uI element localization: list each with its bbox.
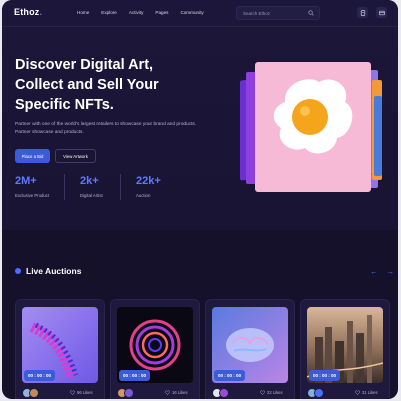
auction-timer: 00 : 00 : 00 [24, 370, 56, 381]
avatar[interactable] [314, 388, 324, 398]
avatar-group [307, 388, 324, 398]
live-dot-icon [15, 268, 21, 274]
art-card-shadow [374, 96, 382, 176]
auction-card[interactable]: 00 : 00 : 00 22 Likes [205, 299, 295, 399]
stat-digital-artist: 2k+ Digital Artist [80, 175, 103, 198]
search-input[interactable]: Search Ethoz [236, 6, 320, 20]
arrow-left-icon[interactable]: ← [370, 267, 378, 276]
heart-icon [260, 390, 265, 395]
navbar: Ethoz. Home Explore Activity Pages Commu… [2, 0, 398, 27]
stat-label: Exclusive Product [15, 193, 50, 198]
nav-link-pages[interactable]: Pages [155, 10, 168, 15]
avatar[interactable] [29, 388, 39, 398]
nav-link-explore[interactable]: Explore [101, 10, 117, 15]
avatar[interactable] [219, 388, 229, 398]
heart-icon [165, 390, 170, 395]
stat-auction: 22k+ Auction [136, 175, 161, 198]
stat-divider [120, 174, 121, 200]
auction-card[interactable]: 00 : 00 : 00 96 Likes [15, 299, 105, 399]
search-icon [308, 10, 314, 16]
heart-icon [70, 390, 75, 395]
page-frame: Ethoz. Home Explore Activity Pages Commu… [0, 0, 401, 401]
avatar-group [212, 388, 229, 398]
view-artwork-button[interactable]: View Artwork [55, 149, 96, 163]
stat-exclusive-product: 2M+ Exclusive Product [15, 175, 49, 198]
stat-divider [64, 174, 65, 200]
fried-egg-art [273, 79, 353, 154]
stat-value: 2k+ [80, 175, 99, 187]
brand-logo[interactable]: Ethoz. [14, 7, 42, 17]
stat-label: Digital Artist [80, 193, 103, 198]
avatar[interactable] [124, 388, 134, 398]
avatar-group [22, 388, 39, 398]
auction-timer: 00 : 00 : 00 [214, 370, 246, 381]
heart-icon [355, 390, 360, 395]
app-screen: Ethoz. Home Explore Activity Pages Commu… [2, 0, 398, 399]
wallet-icon-button[interactable] [376, 7, 387, 18]
nav-link-community[interactable]: Community [180, 10, 203, 15]
hero-title: Discover Digital Art, Collect and Sell Y… [15, 57, 159, 113]
auction-timer: 00 : 00 : 00 [119, 370, 151, 381]
nav-link-home[interactable]: Home [77, 10, 89, 15]
featured-art-card[interactable] [255, 62, 371, 192]
arrow-right-icon[interactable]: → [386, 267, 394, 276]
hero-subtitle: Partner with one of the world's largest … [15, 122, 197, 135]
document-icon [360, 9, 365, 16]
nav-link-activity[interactable]: Activity [129, 10, 144, 15]
carousel-arrows: ← → [364, 267, 394, 276]
nav-links: Home Explore Activity Pages Community [77, 10, 216, 15]
stat-value: 22k+ [136, 175, 161, 187]
avatar-group [117, 388, 134, 398]
likes-count[interactable]: 22 Likes [260, 390, 283, 395]
auction-card[interactable]: 00 : 00 : 00 16 Likes [110, 299, 200, 399]
likes-count[interactable]: 96 Likes [70, 390, 93, 395]
stat-label: Auction [136, 193, 151, 198]
stat-value: 2M+ [15, 175, 37, 187]
wallet-icon [378, 10, 385, 15]
auction-card[interactable]: 00 : 00 : 00 31 Likes [300, 299, 390, 399]
likes-count[interactable]: 16 Likes [165, 390, 188, 395]
auction-timer: 00 : 00 : 00 [309, 370, 341, 381]
document-icon-button[interactable] [357, 7, 368, 18]
search-placeholder: Search Ethoz [243, 10, 271, 16]
section-title-live-auctions: Live Auctions [15, 266, 81, 276]
likes-count[interactable]: 31 Likes [355, 390, 378, 395]
place-bid-button[interactable]: Place a Bid [15, 149, 50, 163]
